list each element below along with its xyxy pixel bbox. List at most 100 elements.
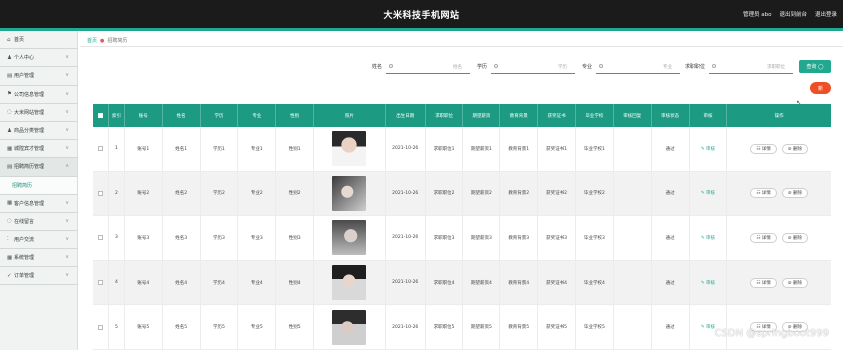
audit-link[interactable]: ✎ 审核 (701, 235, 715, 241)
cell-edu: 学历1 (201, 127, 239, 171)
cell-reply (614, 305, 652, 349)
admin-user-link[interactable]: 管理员 abo (743, 10, 771, 18)
resume-icon: ▤ (7, 163, 13, 170)
row-checkbox[interactable] (97, 190, 103, 196)
header-links: 管理员 abo 退出到前台 退出登录 (743, 10, 837, 18)
avatar-photo (332, 265, 367, 301)
cell-background: 教育背景3 (500, 216, 539, 260)
exit-to-frontend-link[interactable]: 退出到前台 (779, 10, 807, 18)
add-button[interactable]: 新 (810, 82, 831, 94)
sidebar-item-website[interactable]: ◌ 大米网站管理 ∨ (0, 104, 77, 122)
globe-icon: ◌ (7, 109, 12, 116)
cell-major: 专业5 (238, 305, 277, 349)
header-position: 求职职位 (426, 104, 464, 127)
cell-status: 通过 (652, 216, 690, 260)
cell-background: 教育背景4 (500, 260, 539, 305)
cell-salary: 期望薪资3 (463, 216, 501, 260)
name-search-input[interactable]: 姓名 (386, 60, 470, 74)
cell-gender: 性别1 (276, 127, 315, 171)
chevron-up-icon: ∧ (65, 163, 69, 170)
cell-name: 姓名3 (163, 216, 201, 260)
cell-photo (314, 260, 386, 305)
row-checkbox[interactable] (97, 235, 103, 241)
sidebar-item-chat[interactable]: ⁚ 用户交流 ∨ (0, 231, 77, 250)
sidebar-item-customer[interactable]: ▦ 客户信息管理 ∨ (0, 195, 77, 213)
detail-button[interactable]: ☷ 详情 (750, 188, 777, 199)
cell-major: 专业1 (238, 127, 277, 171)
flag-icon: ⚑ (7, 91, 12, 98)
edu-search-input[interactable]: 学历 (491, 60, 575, 74)
row-index: 2 (109, 171, 125, 216)
cell-gender: 性别4 (276, 260, 315, 305)
avatar-photo (332, 131, 367, 167)
position-placeholder: 求职职位 (767, 65, 785, 70)
detail-button[interactable]: ☷ 详情 (750, 143, 777, 154)
cell-background: 教育背景5 (500, 305, 539, 349)
input-prefix-icon (389, 64, 393, 68)
input-prefix-icon (599, 64, 603, 68)
cell-position: 求职职位5 (426, 305, 464, 349)
audit-link[interactable]: ✎ 审核 (701, 190, 715, 196)
delete-button[interactable]: ⊘ 删除 (781, 232, 808, 243)
major-search-input[interactable]: 专业 (596, 60, 680, 74)
chevron-down-icon: ∨ (65, 145, 69, 152)
delete-button[interactable]: ⊘ 删除 (781, 143, 808, 154)
sidebar-item-users[interactable]: ▤ 用户管理 ∨ (0, 67, 77, 86)
chevron-down-icon: ∨ (65, 254, 69, 261)
row-checkbox[interactable] (97, 146, 103, 152)
cell-gender: 性别2 (276, 171, 315, 216)
query-button[interactable]: 查询 ◯ (799, 60, 831, 73)
sidebar-item-label: 用户管理 (14, 73, 35, 80)
cell-name: 姓名4 (163, 260, 201, 305)
audit-link[interactable]: ✎ 审核 (701, 280, 715, 286)
breadcrumb-home[interactable]: 首页 (87, 38, 97, 44)
row-checkbox[interactable] (97, 324, 103, 330)
sidebar-item-company[interactable]: ⚑ 公司信息管理 ∨ (0, 86, 77, 104)
cell-major: 专业2 (238, 171, 277, 216)
sidebar-item-talent[interactable]: ▦ 城隍宾才管理 ∨ (0, 140, 77, 159)
delete-button[interactable]: ⊘ 删除 (781, 277, 808, 288)
watermark: CSDN @springboot999 (714, 328, 829, 339)
cell-major: 专业3 (238, 216, 277, 260)
search-name-group: 姓名 姓名 (372, 60, 472, 74)
row-checkbox[interactable] (97, 280, 103, 286)
resume-table: 索引 账号 姓名 学历 专业 性别 照片 出生日期 求职职位 期望薪资 教育背景… (93, 104, 831, 350)
cell-gender: 性别5 (276, 305, 315, 349)
cell-birth: 2021-10-26 (386, 260, 426, 305)
avatar-photo (332, 175, 367, 211)
customer-icon: ▦ (7, 200, 13, 207)
sidebar-item-messages[interactable]: ◌ 在线留言 ∨ (0, 213, 77, 231)
audit-link[interactable]: ✎ 审核 (701, 146, 715, 152)
header-edu: 学历 (201, 104, 239, 127)
sidebar-item-orders[interactable]: ✓ 订单管理 ∨ (0, 267, 77, 286)
header-major: 专业 (238, 104, 277, 127)
header-status: 审核状态 (652, 104, 690, 127)
search-school-group: 求职职位 求职职位 (685, 60, 795, 74)
sidebar-item-label: 客户信息管理 (14, 200, 45, 207)
sidebar-item-category[interactable]: ♟ 商品分类管理 ∨ (0, 122, 77, 141)
table-row: 4 账号4 姓名4 学历4 专业4 性别4 2021-10-26 求职职位4 期望薪资4 教育背景… (93, 260, 831, 306)
select-all-checkbox[interactable] (97, 113, 103, 118)
row-index: 1 (109, 127, 125, 171)
audit-link[interactable]: ✎ 审核 (701, 324, 715, 330)
logout-link[interactable]: 退出登录 (815, 10, 837, 18)
cell-background: 教育背景1 (500, 127, 539, 171)
sidebar-item-system[interactable]: ▦ 系统管理 ∨ (0, 249, 77, 268)
header-photo: 照片 (314, 104, 386, 127)
cell-edu: 学历5 (201, 305, 239, 349)
cell-photo (314, 216, 386, 260)
row-index: 5 (109, 305, 125, 349)
sidebar-item-home[interactable]: ⌂ 首页 (0, 31, 77, 50)
sidebar-subitem-resume[interactable]: 招聘简历 (0, 176, 77, 195)
delete-button[interactable]: ⊘ 删除 (781, 188, 808, 199)
sidebar-item-label: 招聘简历管理 (14, 164, 45, 171)
chevron-down-icon: ∨ (65, 54, 69, 61)
cell-status: 通过 (652, 171, 690, 216)
detail-button[interactable]: ☷ 详情 (750, 232, 777, 243)
sidebar-item-profile[interactable]: ♟ 个人中心 ∨ (0, 49, 77, 68)
detail-button[interactable]: ☷ 详情 (750, 277, 777, 288)
chevron-down-icon: ∨ (65, 126, 69, 133)
sidebar-item-resume[interactable]: ▤ 招聘简历管理 ∧ (0, 158, 77, 177)
position-search-input[interactable]: 求职职位 (709, 60, 793, 74)
header-accent-line (0, 28, 843, 31)
